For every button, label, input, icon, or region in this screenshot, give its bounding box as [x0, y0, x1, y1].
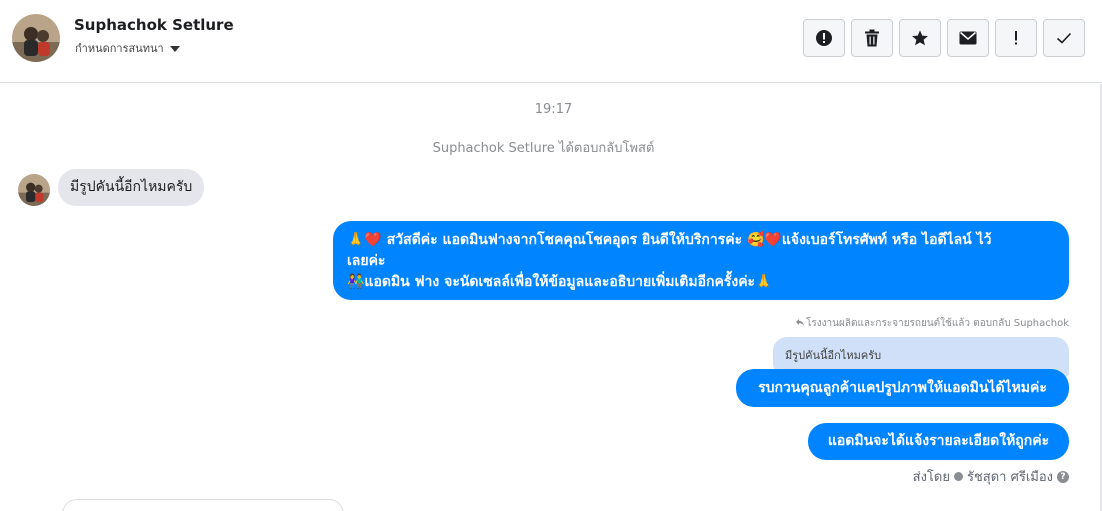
sent-by-label: ส่งโดย [912, 470, 950, 485]
reply-arrow-icon [796, 318, 805, 329]
message-composer[interactable] [62, 499, 344, 511]
sent-by-info: ส่งโดย รัชสุดา ศรีเมือง ? [913, 466, 1069, 487]
contact-name[interactable]: Suphachok Setlure [74, 16, 234, 34]
help-icon[interactable]: ? [1057, 470, 1069, 483]
envelope-icon [959, 31, 977, 45]
conversation-toolbar [803, 19, 1085, 57]
message-line: 👫แอดมิน ฟาง จะนัดเซลล์เพื่อให้ข้อมูลและอ… [347, 274, 773, 290]
follow-up-button[interactable] [995, 19, 1037, 57]
replied-to-post-notice: Suphachok Setlure ได้ตอบกลับโพสต์ [432, 141, 655, 156]
sender-avatar[interactable] [18, 174, 50, 206]
incoming-message[interactable]: มีรูปคันนี้อีกไหมครับ [58, 169, 205, 206]
reply-caption-text: โรงงานผลิตและกระจายรถยนต์ใช้แล้ว ตอบกลับ… [806, 318, 1069, 329]
exclamation-icon [1013, 30, 1019, 46]
outgoing-message[interactable]: รบกวนคุณลูกค้าแคปรูปภาพให้แอดมินได้ไหมค่… [736, 369, 1069, 407]
conversation-header: Suphachok Setlure กำหนดการสนทนา [0, 0, 1102, 83]
mark-done-button[interactable] [1043, 19, 1085, 57]
conversation-schedule-label: กำหนดการสนทนา [75, 42, 164, 55]
alert-circle-icon [815, 29, 833, 47]
trash-icon [864, 29, 880, 47]
conversation-schedule-dropdown[interactable]: กำหนดการสนทนา [75, 39, 180, 57]
mark-spam-button[interactable] [803, 19, 845, 57]
message-timestamp: 19:17 [534, 102, 573, 117]
contact-avatar[interactable] [12, 14, 60, 62]
message-line: เลยค่ะ [347, 253, 386, 269]
delete-button[interactable] [851, 19, 893, 57]
mark-unread-button[interactable] [947, 19, 989, 57]
reply-caption: โรงงานผลิตและกระจายรถยนต์ใช้แล้ว ตอบกลับ… [796, 316, 1069, 331]
sent-by-name[interactable]: รัชสุดา ศรีเมือง [967, 466, 1053, 487]
outgoing-message[interactable]: แอดมินจะได้แจ้งรายละเอียดให้ถูกค่ะ [808, 423, 1069, 460]
star-button[interactable] [899, 19, 941, 57]
message-line: 🙏❤️ สวัสดีค่ะ แอดมินฟางจากโชคคุณโชคอุดร … [347, 232, 992, 248]
outgoing-message[interactable]: 🙏❤️ สวัสดีค่ะ แอดมินฟางจากโชคคุณโชคอุดร … [333, 221, 1069, 300]
agent-status-icon [953, 472, 963, 481]
check-icon [1056, 32, 1072, 44]
star-icon [911, 29, 929, 47]
caret-down-icon [169, 45, 180, 52]
